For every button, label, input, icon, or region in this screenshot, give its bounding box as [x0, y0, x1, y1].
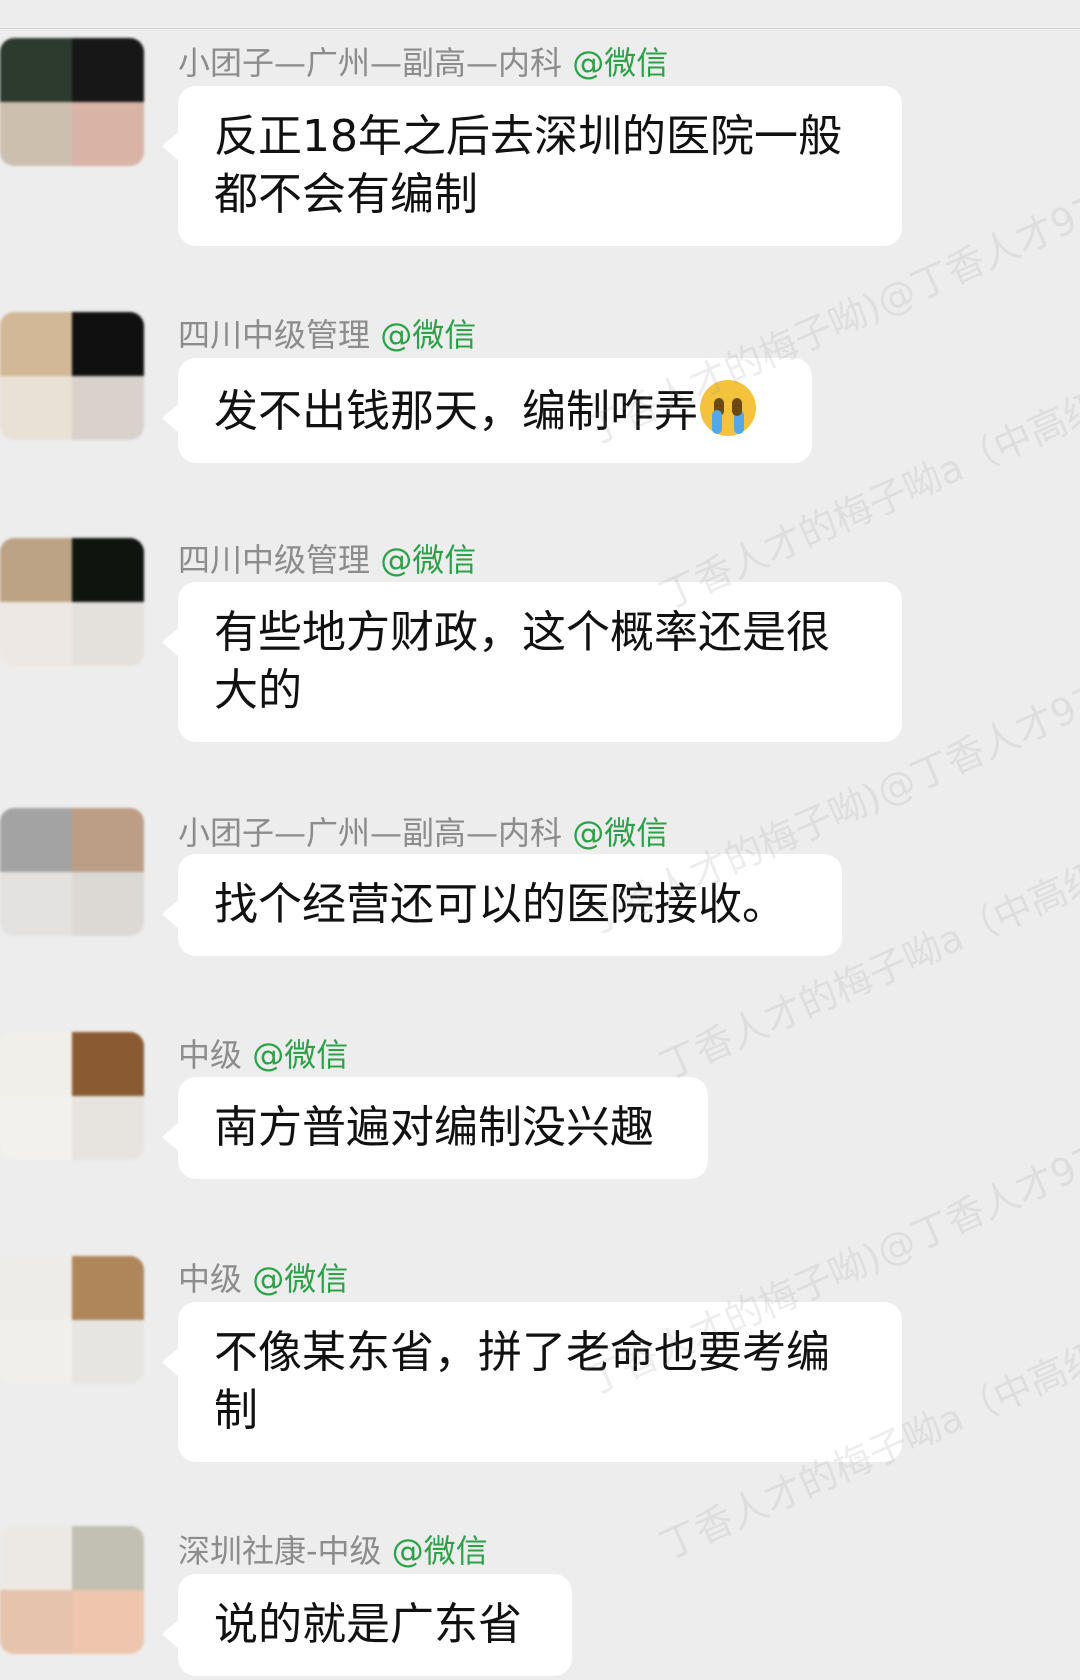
message-line: 大的 [214, 665, 302, 716]
sender-name-text: 中级 [178, 1260, 253, 1298]
message-bubble[interactable]: 反正18年之后去深圳的医院一般 都不会有编制 [162, 86, 902, 246]
message-line: 都不会有编制 [214, 169, 478, 220]
message-line: 发不出钱那天，编制咋弄 [214, 380, 776, 441]
message-bubble[interactable]: 说的就是广东省 [162, 1574, 572, 1676]
sender-name-text: 中级 [178, 1036, 253, 1074]
message-line: 说的就是广东省 [214, 1599, 522, 1650]
avatar[interactable] [0, 1526, 144, 1654]
crying-face-emoji-icon [700, 380, 756, 436]
message-bubble[interactable]: 找个经营还可以的医院接收。 [162, 854, 842, 956]
avatar[interactable] [0, 38, 144, 166]
wechat-tag: @微信 [380, 541, 477, 579]
message-line: 有些地方财政，这个概率还是很 [214, 607, 830, 658]
wechat-tag: @微信 [252, 1260, 349, 1298]
sender-name: 中级 @微信 [178, 1030, 348, 1076]
sender-name: 中级 @微信 [178, 1254, 348, 1300]
message-bubble[interactable]: 有些地方财政，这个概率还是很 大的 [162, 582, 902, 742]
avatar[interactable] [0, 538, 144, 666]
message-line: 制 [214, 1385, 258, 1436]
sender-name-text: 四川中级管理 [178, 316, 381, 354]
wechat-tag: @微信 [252, 1036, 349, 1074]
sender-name: 小团子—广州—副高—内科 @微信 [178, 808, 668, 854]
message-line: 反正18年之后去深圳的医院一般 [214, 111, 842, 162]
sender-name: 深圳社康-中级 @微信 [178, 1526, 488, 1572]
previous-message-cutoff [0, 0, 1080, 29]
message-bubble[interactable]: 不像某东省，拼了老命也要考编 制 [162, 1302, 902, 1462]
sender-name: 小团子—广州—副高—内科 @微信 [178, 38, 668, 84]
wechat-tag: @微信 [572, 814, 669, 852]
wechat-tag: @微信 [572, 44, 669, 82]
message-bubble[interactable]: 南方普遍对编制没兴趣 [162, 1077, 708, 1179]
avatar[interactable] [0, 808, 144, 936]
avatar[interactable] [0, 1032, 144, 1160]
avatar[interactable] [0, 312, 144, 440]
message-bubble[interactable]: 发不出钱那天，编制咋弄 [162, 358, 812, 463]
message-line: 找个经营还可以的医院接收。 [214, 879, 786, 930]
avatar[interactable] [0, 1256, 144, 1384]
sender-name-text: 小团子—广州—副高—内科 [178, 814, 573, 852]
sender-name-text: 深圳社康-中级 [178, 1532, 392, 1570]
sender-name: 四川中级管理 @微信 [178, 535, 476, 581]
message-text: 发不出钱那天，编制咋弄 [214, 386, 698, 437]
sender-name-text: 小团子—广州—副高—内科 [178, 44, 573, 82]
sender-name: 四川中级管理 @微信 [178, 310, 476, 356]
message-line: 不像某东省，拼了老命也要考编 [214, 1327, 830, 1378]
sender-name-text: 四川中级管理 [178, 541, 381, 579]
wechat-tag: @微信 [391, 1532, 488, 1570]
message-line: 南方普遍对编制没兴趣 [214, 1102, 654, 1153]
wechat-tag: @微信 [380, 316, 477, 354]
